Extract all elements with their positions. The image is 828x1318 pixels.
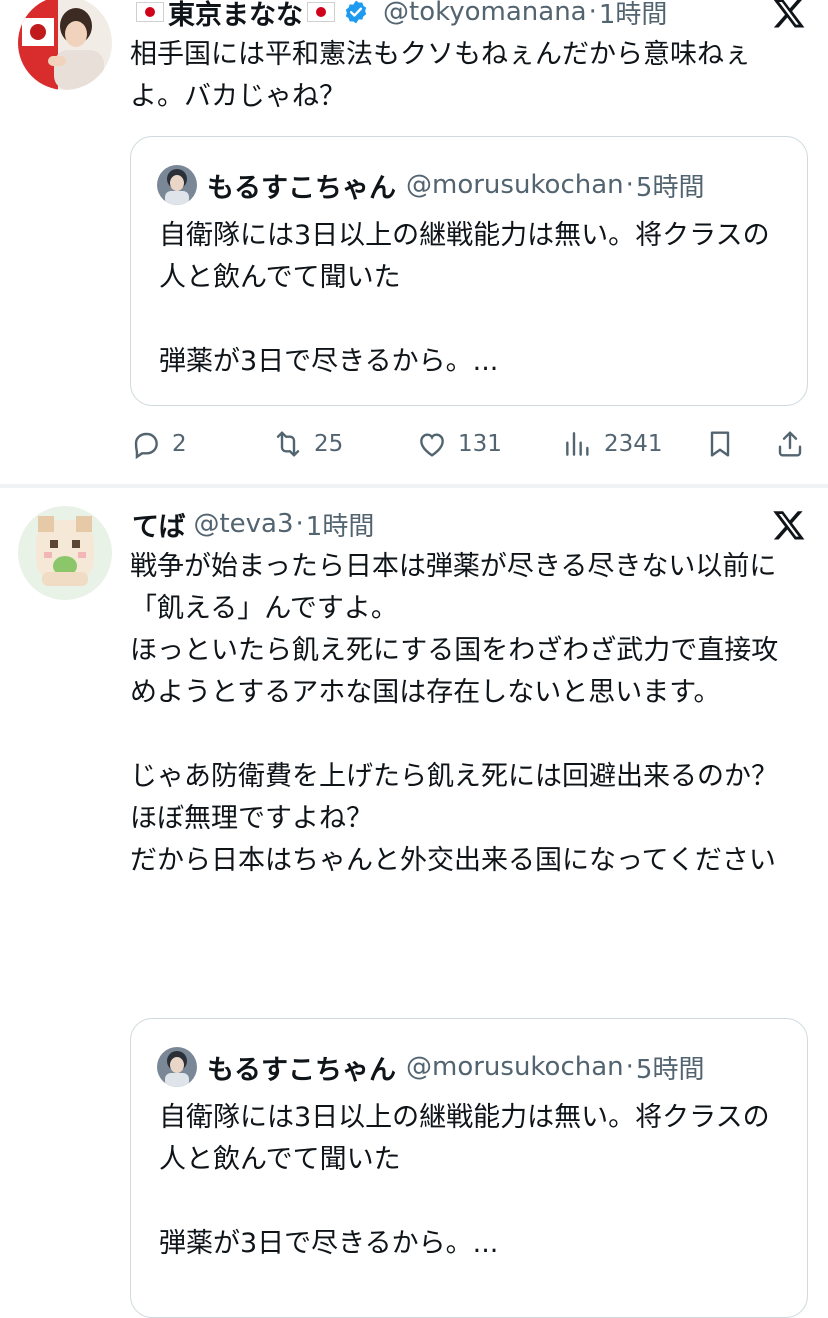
quoted-tweet-text: 自衛隊には3日以上の継戦能力は無い。将クラスの人と飲んでて聞いた 弾薬が3日で尽… [159, 1102, 770, 1259]
quoted-timestamp: 5時間 [635, 1054, 705, 1085]
tweet-header: てば @teva3 · 1時間 [132, 504, 768, 544]
verified-badge-icon [343, 0, 369, 25]
quoted-handle: @morusukochan [406, 170, 624, 200]
quoted-tweet[interactable]: もるすこちゃん @morusukochan · 5時間 自衛隊には3日以上の継戦… [130, 1018, 808, 1318]
quoted-avatar [157, 1047, 197, 1087]
share-icon [778, 431, 802, 457]
like-count: 131 [458, 431, 502, 457]
separator-dot: · [295, 509, 304, 539]
handle[interactable]: @tokyomanana [383, 0, 587, 27]
views-icon [566, 432, 589, 456]
quoted-display-name: もるすこちゃん [207, 1054, 396, 1086]
like-button[interactable]: 131 [416, 424, 502, 464]
timestamp[interactable]: 1時間 [306, 506, 375, 543]
quoted-tweet-text: 自衛隊には3日以上の継戦能力は無い。将クラスの人と飲んでて聞いた 弾薬が3日で尽… [159, 220, 770, 377]
quoted-tweet[interactable]: もるすこちゃん @morusukochan · 5時間 自衛隊には3日以上の継戦… [130, 136, 808, 406]
retweet-button[interactable]: 25 [272, 424, 343, 464]
japan-flag-icon [307, 2, 335, 22]
share-button[interactable] [774, 424, 806, 464]
retweet-icon [276, 431, 300, 457]
handle[interactable]: @teva3 [193, 509, 293, 539]
timestamp[interactable]: 1時間 [599, 0, 668, 31]
separator-dot: · [625, 170, 634, 200]
tweet-header: 東京まなな @tokyomanana · 1時間 [132, 0, 768, 32]
views-count: 2341 [604, 431, 663, 457]
tweet-actions: 2 25 131 2341 [130, 424, 810, 464]
reply-count: 2 [172, 431, 187, 457]
avatar[interactable] [18, 0, 112, 90]
quoted-tweet-header: もるすこちゃん @morusukochan · 5時間 [157, 165, 704, 205]
tweet-2[interactable]: てば @teva3 · 1時間 戦争が始まったら日本は弾薬が尽きる尽きない以前に… [0, 488, 828, 1318]
quoted-display-name: もるすこちゃん [207, 172, 396, 204]
tweet-1[interactable]: 東京まなな @tokyomanana · 1時間 相手国には平和憲法もクソもねぇ… [0, 0, 828, 484]
bookmark-button[interactable] [704, 424, 736, 464]
separator-dot: · [625, 1052, 634, 1082]
x-logo-icon[interactable] [772, 0, 806, 30]
quoted-avatar [157, 165, 197, 205]
retweet-count: 25 [314, 431, 344, 457]
japan-flag-icon [136, 2, 164, 22]
quoted-timestamp: 5時間 [635, 172, 705, 203]
x-logo-icon[interactable] [772, 508, 806, 542]
separator-dot: · [588, 0, 597, 27]
tweet-text: 戦争が始まったら日本は弾薬が尽きる尽きない以前に「飢える」んですよ。 ほっといた… [130, 551, 779, 876]
views-button[interactable]: 2341 [562, 424, 663, 464]
tweet-text: 相手国には平和憲法もクソもねぇんだから意味ねぇよ。バカじゃね？ [130, 39, 751, 112]
reply-button[interactable]: 2 [130, 424, 187, 464]
quoted-tweet-header: もるすこちゃん @morusukochan · 5時間 [157, 1047, 704, 1087]
reply-icon [134, 432, 158, 460]
quoted-handle: @morusukochan [406, 1052, 624, 1082]
display-name[interactable]: 東京まなな [168, 0, 303, 32]
bookmark-icon [710, 431, 730, 457]
avatar[interactable] [18, 506, 112, 600]
heart-icon [420, 433, 444, 457]
display-name[interactable]: てば [132, 505, 185, 544]
